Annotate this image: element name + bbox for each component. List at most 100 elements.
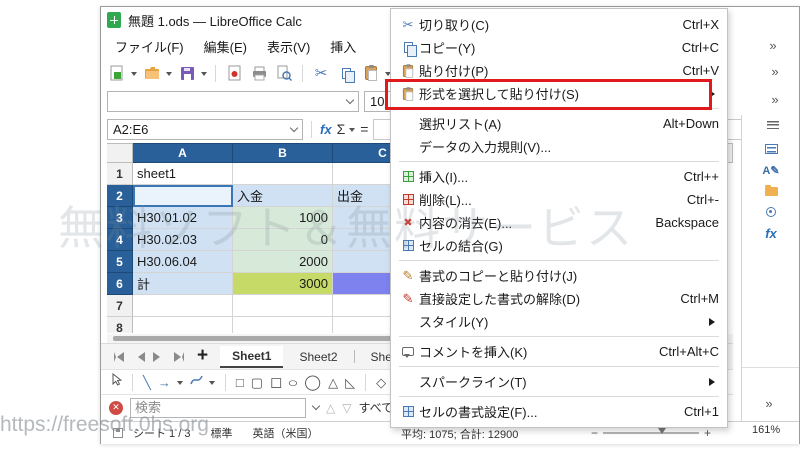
curve-tool[interactable] — [190, 373, 203, 391]
open-dropdown-arrow[interactable] — [166, 72, 172, 79]
previous-sheet-button[interactable] — [131, 349, 147, 365]
sum-dropdown-arrow[interactable] — [349, 128, 355, 135]
menu-item-cut[interactable]: ✂ 切り取り(C) Ctrl+X — [391, 13, 727, 36]
row-header[interactable]: 5 — [107, 251, 133, 273]
zoom-slider-track[interactable] — [603, 432, 699, 434]
find-next-button[interactable]: ▽ — [342, 401, 351, 415]
cell-a3[interactable]: H30.01.02 — [133, 207, 233, 229]
menu-item-clear-direct-formatting[interactable]: ✎ 直接設定した書式の解除(D) Ctrl+M — [391, 287, 727, 310]
new-dropdown-arrow[interactable] — [131, 72, 137, 79]
page-style-status[interactable]: 標準 — [200, 425, 242, 441]
circle-tool[interactable]: ◯ — [304, 375, 321, 390]
copy-button[interactable] — [336, 62, 356, 84]
row-header[interactable]: 3 — [107, 207, 133, 229]
menu-item-clear-contents[interactable]: ✖ 内容の消去(E)... Backspace — [391, 211, 727, 234]
row-header[interactable]: 1 — [107, 163, 133, 185]
font-name-combobox[interactable] — [107, 91, 359, 112]
sidebar-tab-gallery[interactable] — [760, 182, 782, 200]
sheet-number-status[interactable]: シート 1 / 3 — [123, 425, 200, 441]
tab-sheet2[interactable]: Sheet2 — [287, 347, 349, 367]
row-header[interactable]: 8 — [107, 317, 133, 333]
rectangle-tool[interactable]: □ — [236, 376, 244, 389]
sum-button[interactable]: Σ — [337, 121, 346, 137]
sidebar-tab-navigator[interactable] — [760, 203, 782, 221]
row-header[interactable]: 2 — [107, 185, 133, 207]
cell-a4[interactable]: H30.02.03 — [133, 229, 233, 251]
new-document-button[interactable] — [107, 62, 127, 84]
cell-b1[interactable] — [233, 163, 333, 185]
menu-insert[interactable]: 挿入 — [320, 34, 366, 59]
select-all-corner[interactable] — [107, 143, 133, 163]
ellipse-tool[interactable]: ○ — [288, 376, 299, 389]
cell[interactable] — [133, 317, 233, 333]
cell-a5[interactable]: H30.06.04 — [133, 251, 233, 273]
cell-a6[interactable]: 計 — [133, 273, 233, 295]
next-sheet-button[interactable] — [151, 349, 167, 365]
save-dropdown-arrow[interactable] — [201, 72, 207, 79]
find-previous-button[interactable]: △ — [326, 401, 335, 415]
triangle-tool[interactable]: △ — [328, 376, 338, 389]
menu-item-selection-list[interactable]: 選択リスト(A) Alt+Down — [391, 112, 727, 135]
menu-file[interactable]: ファイル(F) — [105, 34, 194, 59]
cell-b6[interactable]: 3000 — [233, 273, 333, 295]
menu-edit[interactable]: 編集(E) — [194, 34, 257, 59]
select-tool[interactable] — [111, 373, 122, 391]
language-status[interactable]: 英語（米国） — [242, 425, 328, 441]
zoom-in-button[interactable]: + — [704, 426, 711, 440]
zoom-out-button[interactable]: − — [591, 426, 598, 440]
menu-item-insert-comment[interactable]: コメントを挿入(K) Ctrl+Alt+C — [391, 340, 727, 363]
cell-b4[interactable]: 0 — [233, 229, 333, 251]
menu-item-insert-cells[interactable]: 挿入(I)... Ctrl++ — [391, 165, 727, 188]
formula-button[interactable]: = — [360, 121, 368, 137]
arrow-dropdown-arrow[interactable] — [177, 381, 183, 388]
cell[interactable] — [233, 295, 333, 317]
print-button[interactable] — [249, 62, 269, 84]
menu-view[interactable]: 表示(V) — [257, 34, 320, 59]
menu-item-styles[interactable]: スタイル(Y) — [391, 310, 727, 333]
menu-item-copy[interactable]: コピー(Y) Ctrl+C — [391, 36, 727, 59]
menu-item-clone-formatting[interactable]: ✎ 書式のコピーと貼り付け(J) — [391, 264, 727, 287]
diamond-tool[interactable]: ◇ — [376, 376, 386, 389]
tab-sheet1[interactable]: Sheet1 — [220, 346, 283, 368]
function-wizard-button[interactable]: fx — [320, 122, 332, 137]
zoom-slider-handle[interactable] — [658, 428, 666, 438]
column-header-a[interactable]: A — [133, 143, 233, 163]
menubar-overflow-button[interactable]: » — [762, 36, 784, 54]
curve-dropdown-arrow[interactable] — [209, 381, 215, 388]
paste-button[interactable] — [361, 62, 381, 84]
rounded-rectangle-tool[interactable]: ▢ — [251, 376, 263, 389]
open-button[interactable] — [142, 62, 162, 84]
row-header[interactable]: 7 — [107, 295, 133, 317]
cell-a2-active[interactable] — [133, 185, 233, 207]
name-box[interactable]: A2:E6 — [107, 119, 303, 140]
menu-item-format-cells[interactable]: セルの書式設定(F)... Ctrl+1 — [391, 400, 727, 423]
toolbar-overflow-button[interactable]: » — [764, 62, 786, 80]
sidebar-tab-styles[interactable]: A✎ — [760, 161, 782, 179]
first-sheet-button[interactable] — [111, 349, 127, 365]
print-preview-button[interactable] — [274, 62, 294, 84]
formatting-overflow-button[interactable]: » — [764, 90, 786, 108]
add-sheet-button[interactable]: + — [197, 345, 208, 367]
sidebar-tab-properties[interactable] — [760, 140, 782, 158]
menu-item-delete-cells[interactable]: 削除(L)... Ctrl+- — [391, 188, 727, 211]
cell-a1[interactable]: sheet1 — [133, 163, 233, 185]
menu-item-merge-cells[interactable]: セルの結合(G) — [391, 234, 727, 257]
cell[interactable] — [233, 317, 333, 333]
square-tool[interactable]: ◻ — [270, 375, 282, 390]
export-pdf-button[interactable] — [224, 62, 244, 84]
zoom-percent[interactable]: 161% — [752, 424, 780, 436]
line-tool[interactable]: ╲ — [143, 376, 151, 389]
save-button[interactable] — [177, 62, 197, 84]
cell-b2[interactable]: 入金 — [233, 185, 333, 207]
search-input[interactable] — [130, 398, 306, 418]
row-header[interactable]: 4 — [107, 229, 133, 251]
sidebar-bottom-overflow[interactable]: » — [758, 394, 780, 412]
cut-button[interactable]: ✂ — [311, 62, 331, 84]
menu-item-validity[interactable]: データの入力規則(V)... — [391, 135, 727, 158]
cell[interactable] — [133, 295, 233, 317]
row-header[interactable]: 6 — [107, 273, 133, 295]
sidebar-settings-button[interactable] — [762, 116, 784, 134]
right-triangle-tool[interactable]: ◺ — [345, 376, 355, 389]
arrow-tool[interactable]: → — [158, 376, 171, 389]
sidebar-tab-functions[interactable]: fx — [760, 224, 782, 242]
